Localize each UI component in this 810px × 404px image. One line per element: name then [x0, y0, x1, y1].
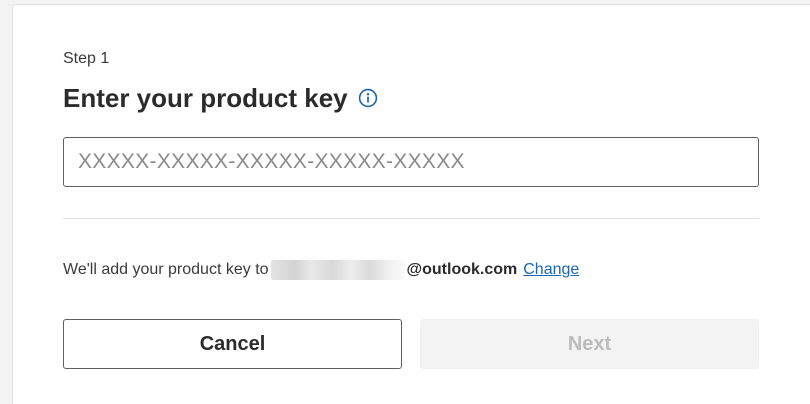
next-button[interactable]: Next — [420, 319, 759, 369]
step-label: Step 1 — [63, 50, 110, 67]
account-prefix-text: We'll add your product key to — [63, 261, 269, 278]
product-key-input[interactable] — [63, 137, 759, 187]
info-icon[interactable] — [358, 88, 378, 108]
title-row: Enter your product key — [63, 81, 378, 115]
cancel-button[interactable]: Cancel — [63, 319, 402, 369]
change-account-link[interactable]: Change — [523, 261, 579, 279]
redacted-email-username — [270, 260, 405, 280]
page-title: Enter your product key — [63, 83, 348, 113]
product-key-dialog: Step 1 Enter your product key We'll add … — [12, 4, 810, 404]
divider — [63, 218, 759, 219]
email-domain: @outlook.com — [406, 261, 518, 278]
account-row: We'll add your product key to @outlook.c… — [63, 259, 579, 281]
